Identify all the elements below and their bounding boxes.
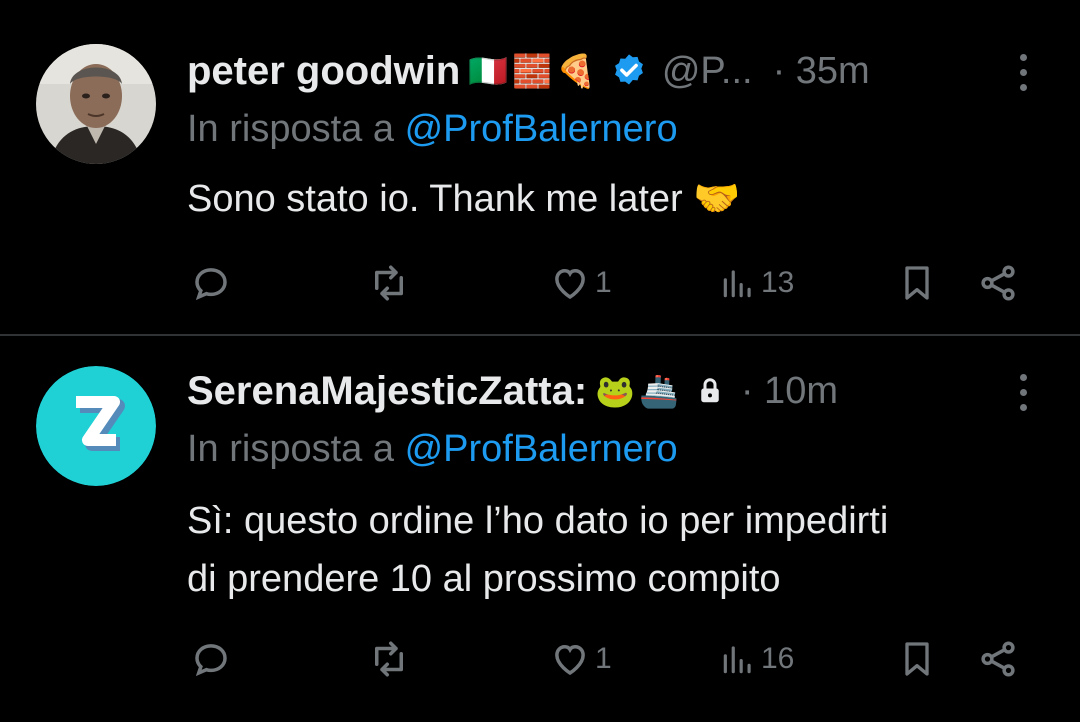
heart-icon xyxy=(555,268,585,300)
man-portrait-icon xyxy=(36,44,156,164)
reply-icon xyxy=(195,268,227,301)
tweet-2[interactable]: SerenaMajesticZatta: 🐸 🚢 · 10m In rispos… xyxy=(0,336,1080,722)
like-button[interactable]: 1 xyxy=(549,262,612,304)
more-options-icon[interactable] xyxy=(1018,374,1028,411)
name-emojis: 🐸 🚢 xyxy=(595,372,679,410)
brick-emoji: 🧱 xyxy=(512,53,553,89)
display-name[interactable]: peter goodwin xyxy=(187,49,460,94)
analytics-icon xyxy=(723,646,751,674)
view-count: 13 xyxy=(761,266,795,299)
letter-z-avatar-icon xyxy=(36,366,156,486)
reply-icon xyxy=(195,644,227,677)
repost-icon xyxy=(375,641,403,677)
lock-icon xyxy=(695,374,725,408)
tweet-actions: 1 13 xyxy=(187,262,1040,306)
tweet-1[interactable]: peter goodwin 🇮🇹 🧱 🍕 @P... · 35m In risp… xyxy=(0,0,1080,336)
avatar[interactable] xyxy=(36,44,156,164)
analytics-icon xyxy=(723,270,751,298)
share-icon xyxy=(981,265,1015,301)
repost-button[interactable] xyxy=(367,262,411,304)
like-count: 1 xyxy=(595,642,612,675)
frog-emoji: 🐸 xyxy=(595,373,635,409)
reply-mention-link[interactable]: @ProfBalernero xyxy=(405,428,678,470)
like-count: 1 xyxy=(595,266,612,299)
reply-prefix: In risposta a xyxy=(187,428,394,470)
reply-context: In risposta a @ProfBalernero xyxy=(187,108,678,151)
bookmark-icon xyxy=(905,642,929,676)
avatar[interactable] xyxy=(36,366,156,486)
user-handle[interactable]: @P... xyxy=(662,50,753,93)
view-count: 16 xyxy=(761,642,795,675)
reply-button[interactable] xyxy=(190,638,232,680)
views-button[interactable]: 13 xyxy=(719,262,794,304)
share-icon xyxy=(981,641,1015,677)
repost-icon xyxy=(375,265,403,301)
share-button[interactable] xyxy=(977,638,1019,680)
tweet-text-line: di prendere 10 al prossimo compito xyxy=(187,558,781,600)
bookmark-button[interactable] xyxy=(897,638,937,680)
reply-button[interactable] xyxy=(190,262,232,304)
repost-button[interactable] xyxy=(367,638,411,680)
more-options-icon[interactable] xyxy=(1018,54,1028,91)
name-emojis: 🇮🇹 🧱 🍕 xyxy=(468,52,596,90)
tweet-text: Sì: questo ordine l’ho dato io per imped… xyxy=(187,492,888,608)
tweet-header: SerenaMajesticZatta: 🐸 🚢 · 10m xyxy=(187,368,1040,414)
reply-mention-link[interactable]: @ProfBalernero xyxy=(405,108,678,150)
timestamp[interactable]: · 10m xyxy=(741,370,838,413)
views-button[interactable]: 16 xyxy=(719,638,794,680)
share-button[interactable] xyxy=(977,262,1019,304)
bookmark-button[interactable] xyxy=(897,262,937,304)
tweet-text-line: Sì: questo ordine l’ho dato io per imped… xyxy=(187,500,889,542)
italy-flag-emoji: 🇮🇹 xyxy=(468,53,509,89)
reply-context: In risposta a @ProfBalernero xyxy=(187,428,678,471)
verified-badge-icon xyxy=(610,52,648,90)
timestamp[interactable]: · 35m xyxy=(773,50,870,93)
display-name[interactable]: SerenaMajesticZatta: xyxy=(187,369,587,414)
pizza-emoji: 🍕 xyxy=(556,53,596,89)
tweet-text: Sono stato io. Thank me later 🤝 xyxy=(187,178,741,220)
ship-emoji: 🚢 xyxy=(639,373,679,409)
bookmark-icon xyxy=(905,266,929,300)
reply-prefix: In risposta a xyxy=(187,108,394,150)
heart-icon xyxy=(555,644,585,676)
tweet-actions: 1 16 xyxy=(187,638,1040,682)
tweet-header: peter goodwin 🇮🇹 🧱 🍕 @P... · 35m xyxy=(187,48,1040,94)
like-button[interactable]: 1 xyxy=(549,638,612,680)
